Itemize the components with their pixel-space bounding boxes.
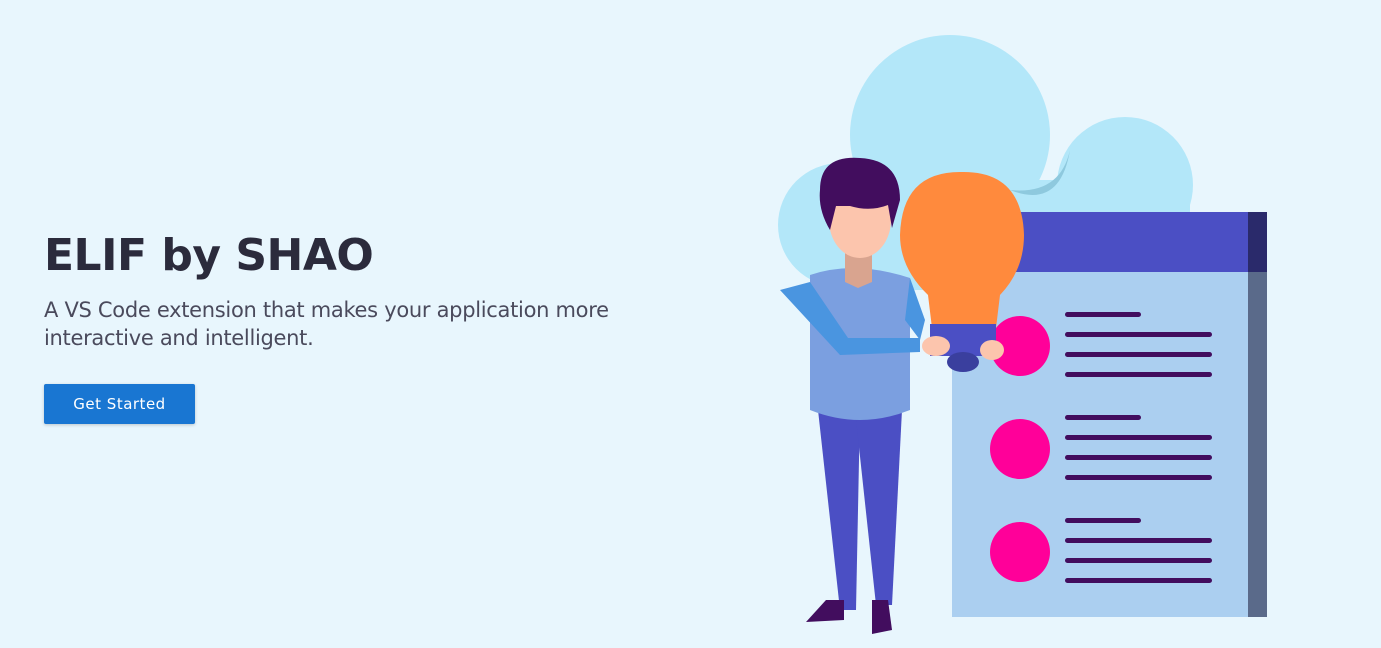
hero-section: ELIF by SHAO A VS Code extension that ma… (0, 0, 1381, 648)
hero-text-block: ELIF by SHAO A VS Code extension that ma… (44, 228, 684, 352)
hero-title: ELIF by SHAO (44, 230, 374, 281)
hero-subtitle: A VS Code extension that makes your appl… (44, 298, 609, 350)
person-holding-lightbulb-illustration (778, 35, 1267, 634)
get-started-button[interactable]: Get Started (44, 384, 195, 424)
